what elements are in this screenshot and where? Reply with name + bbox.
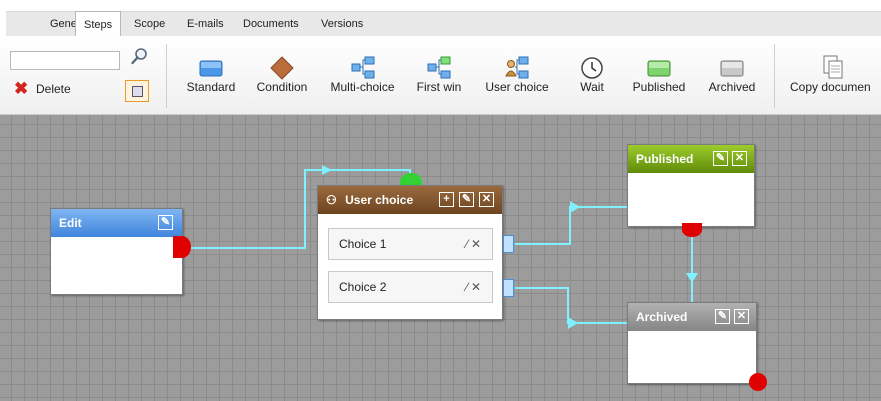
choice-item[interactable]: Choice 1 ⁄✕ [328, 228, 493, 260]
search-icon[interactable] [130, 47, 150, 67]
edit-icon[interactable]: ✎ [715, 309, 730, 324]
delete-label: Delete [36, 82, 71, 96]
published-step-icon [646, 54, 672, 80]
toolbar: ✖ Delete Standard Condition Multi-choice… [0, 36, 881, 115]
step-title: Edit [59, 216, 82, 230]
tab-emails[interactable]: E-mails [179, 11, 232, 36]
edit-icon[interactable]: ✎ [158, 215, 173, 230]
condition-icon [269, 54, 295, 80]
multi-choice-icon [350, 54, 376, 80]
tool-condition[interactable]: Condition [250, 54, 314, 104]
output-connector[interactable] [749, 373, 767, 391]
tool-archived[interactable]: Archived [702, 54, 762, 104]
tool-user-choice[interactable]: User choice [478, 54, 556, 104]
choice-actions[interactable]: ⁄✕ [466, 272, 484, 302]
tool-multi-choice[interactable]: Multi-choice [325, 54, 400, 104]
tab-bar: General Steps Scope E-mails Documents Ve… [0, 0, 881, 40]
search-input[interactable] [10, 51, 120, 70]
step-title: Archived [636, 310, 688, 324]
close-icon[interactable]: ✕ [734, 309, 749, 324]
tool-wait[interactable]: Wait [572, 54, 612, 104]
wire-arrow [568, 317, 578, 329]
wire-arrow [322, 165, 332, 175]
wire-arrow [570, 201, 580, 213]
choice-item[interactable]: Choice 2 ⁄✕ [328, 271, 493, 303]
choice-label: Choice 1 [339, 237, 387, 251]
choice-label: Choice 2 [339, 280, 387, 294]
first-win-icon [426, 54, 452, 80]
choice-1-output-port[interactable] [503, 235, 514, 253]
add-choice-icon[interactable]: + [439, 192, 454, 207]
wire-choice2-to-archived [515, 287, 627, 324]
delete-button[interactable]: ✖ Delete [14, 80, 71, 98]
edit-icon[interactable]: ✎ [459, 192, 474, 207]
step-user-choice[interactable]: ⚇ User choice + ✎ ✕ Choice 1 ⁄✕ Choice 2… [317, 185, 503, 320]
choice-2-output-port[interactable] [503, 279, 514, 297]
workflow-canvas[interactable]: Edit ✎ ⚇ User choice + ✎ ✕ Choice 1 ⁄✕ C… [0, 115, 881, 401]
output-connector[interactable] [173, 236, 191, 258]
close-icon[interactable]: ✕ [479, 192, 494, 207]
tool-published[interactable]: Published [626, 54, 692, 104]
copy-document-icon [820, 54, 846, 80]
edit-icon[interactable]: ✎ [713, 151, 728, 166]
wire-arrow [686, 273, 698, 283]
step-published[interactable]: Published ✎ ✕ [627, 144, 755, 227]
step-header: Edit ✎ [51, 209, 182, 237]
user-choice-icon [504, 54, 530, 80]
output-connector[interactable] [682, 223, 702, 237]
step-title: Published [636, 152, 694, 166]
close-icon[interactable]: ✕ [732, 151, 747, 166]
step-header: ⚇ User choice + ✎ ✕ [318, 186, 502, 214]
archived-step-icon [719, 54, 745, 80]
standard-step-icon [198, 54, 224, 80]
tool-copy-document[interactable]: Copy documen [790, 54, 881, 104]
tool-first-win[interactable]: First win [410, 54, 468, 104]
tool-standard[interactable]: Standard [180, 54, 242, 104]
toolbar-separator [166, 44, 167, 108]
step-header: Published ✎ ✕ [628, 145, 754, 173]
tab-versions[interactable]: Versions [313, 11, 371, 36]
step-title: User choice [345, 193, 414, 207]
step-edit[interactable]: Edit ✎ [50, 208, 183, 295]
delete-icon: ✖ [14, 79, 29, 98]
tab-scope[interactable]: Scope [126, 11, 173, 36]
toolbar-separator [774, 44, 775, 108]
tab-documents[interactable]: Documents [235, 11, 307, 36]
clock-icon [579, 54, 605, 80]
choice-actions[interactable]: ⁄✕ [466, 229, 484, 259]
wire-choice1-to-published [515, 206, 627, 245]
step-header: Archived ✎ ✕ [628, 303, 756, 331]
tab-steps[interactable]: Steps [75, 11, 122, 37]
step-archived[interactable]: Archived ✎ ✕ [627, 302, 757, 384]
user-icon: ⚇ [326, 193, 337, 207]
fit-to-screen-button[interactable] [125, 80, 149, 102]
